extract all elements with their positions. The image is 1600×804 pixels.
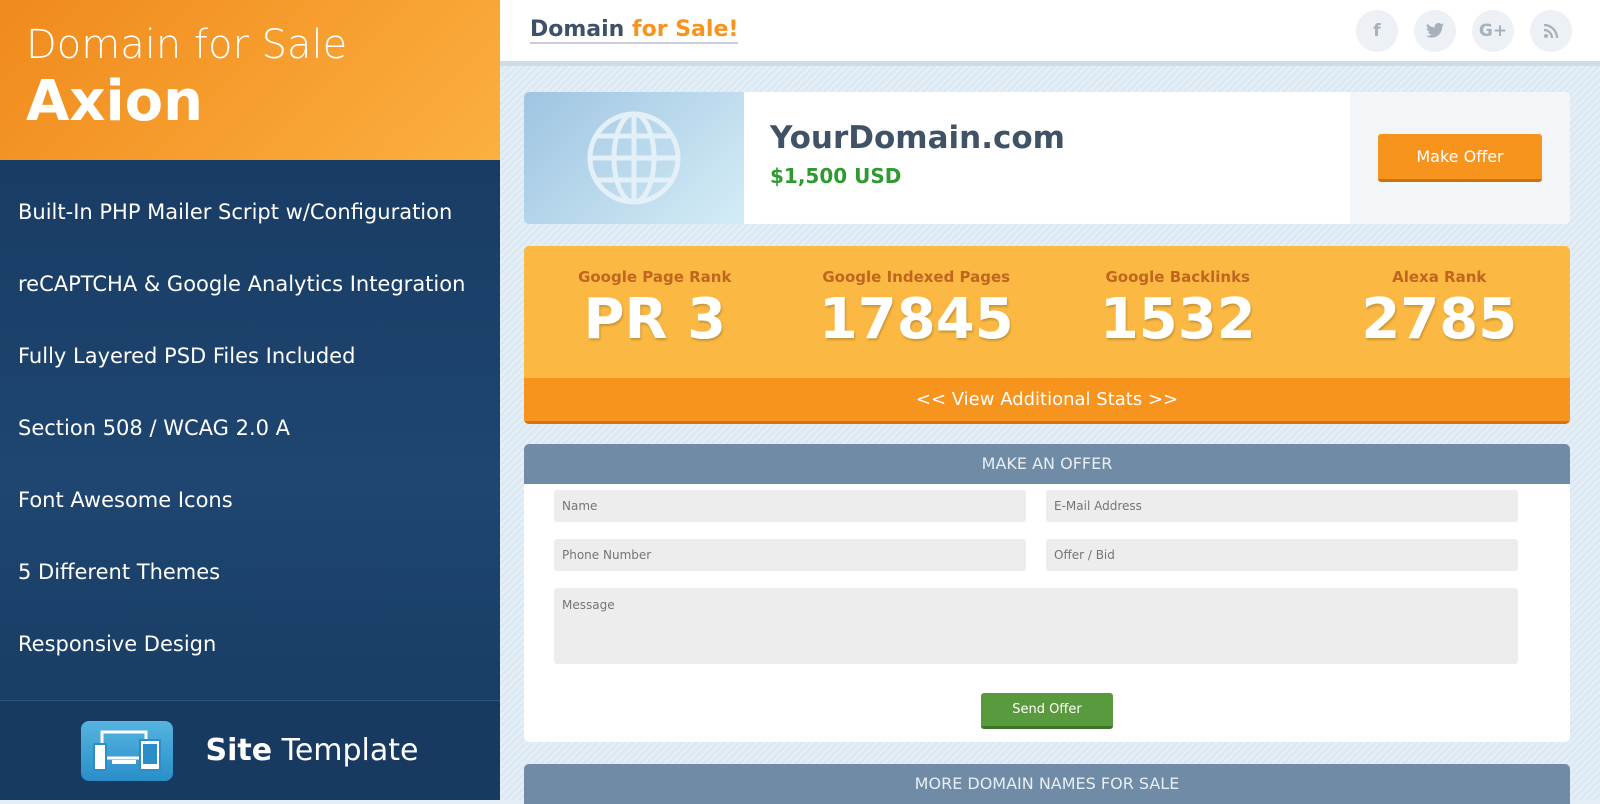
feature-item: 5 Different Themes: [18, 560, 221, 584]
feature-item: Responsive Design: [18, 632, 217, 656]
facebook-icon[interactable]: f: [1356, 9, 1398, 52]
feature-item: reCAPTCHA & Google Analytics Integration: [18, 272, 466, 296]
domain-card: YourDomain.com $1,500 USD Make Offer: [524, 92, 1570, 224]
rss-icon[interactable]: [1530, 9, 1572, 52]
phone-input[interactable]: [554, 539, 1026, 571]
stat-label: Google Page Rank: [578, 268, 732, 286]
domain-price: $1,500 USD: [770, 164, 902, 188]
feature-item: Built-In PHP Mailer Script w/Configurati…: [18, 200, 453, 224]
responsive-devices-icon: [81, 720, 174, 781]
footer-rest: Template: [272, 733, 419, 768]
sidebar: Domain for Sale Axion Built-In PHP Maile…: [0, 0, 500, 800]
feature-item: Section 508 / WCAG 2.0 A: [18, 416, 291, 440]
bid-input[interactable]: [1046, 539, 1518, 571]
feature-item: Font Awesome Icons: [18, 488, 233, 512]
make-offer-button[interactable]: Make Offer: [1378, 134, 1542, 182]
feature-item: Fully Layered PSD Files Included: [18, 344, 356, 368]
domain-info: YourDomain.com $1,500 USD: [744, 92, 1350, 224]
email-input[interactable]: [1046, 490, 1518, 522]
view-additional-stats-link[interactable]: << View Additional Stats >>: [524, 378, 1570, 424]
twitter-icon[interactable]: [1414, 9, 1456, 52]
site-logo[interactable]: Domain for Sale!: [530, 17, 739, 44]
send-offer-button[interactable]: Send Offer: [981, 693, 1113, 729]
form-title: MAKE AN OFFER: [524, 444, 1570, 484]
google-plus-icon[interactable]: G+: [1472, 9, 1514, 52]
footer-bold: Site: [205, 733, 273, 768]
logo-part2: for Sale!: [632, 17, 739, 42]
stat-value: PR 3: [583, 287, 727, 352]
message-textarea[interactable]: [554, 588, 1518, 664]
more-domains-header: MORE DOMAIN NAMES FOR SALE: [524, 764, 1570, 804]
offer-box: Make Offer: [1350, 92, 1570, 224]
stat-value: 2785: [1361, 287, 1518, 352]
stat-label: Alexa Rank: [1392, 268, 1487, 286]
make-offer-form: MAKE AN OFFER Send Offer: [524, 444, 1570, 742]
stat-label: Google Backlinks: [1105, 268, 1251, 286]
top-bar: Domain for Sale! f G+: [500, 0, 1600, 66]
site-template-badge: Site Template: [0, 700, 500, 800]
feature-list: Built-In PHP Mailer Script w/Configurati…: [0, 0, 500, 680]
globe-icon: [524, 92, 744, 224]
stat-indexed-pages: Google Indexed Pages 17845: [786, 246, 1048, 378]
stat-value: 1532: [1099, 287, 1256, 352]
main-content: Domain for Sale! f G+ YourDomain.com $1,…: [500, 0, 1600, 804]
domain-name: YourDomain.com: [770, 120, 1065, 156]
footer-text: Site Template: [205, 733, 418, 768]
stat-backlinks: Google Backlinks 1532: [1047, 246, 1309, 378]
logo-part1: Domain: [530, 17, 633, 42]
name-input[interactable]: [554, 490, 1026, 522]
stat-value: 17845: [818, 287, 1014, 352]
stat-page-rank: Google Page Rank PR 3: [524, 246, 786, 378]
stats-panel: Google Page Rank PR 3 Google Indexed Page…: [524, 246, 1570, 424]
stat-alexa-rank: Alexa Rank 2785: [1309, 246, 1571, 378]
stat-label: Google Indexed Pages: [822, 268, 1011, 286]
social-links: f G+: [1356, 9, 1572, 52]
